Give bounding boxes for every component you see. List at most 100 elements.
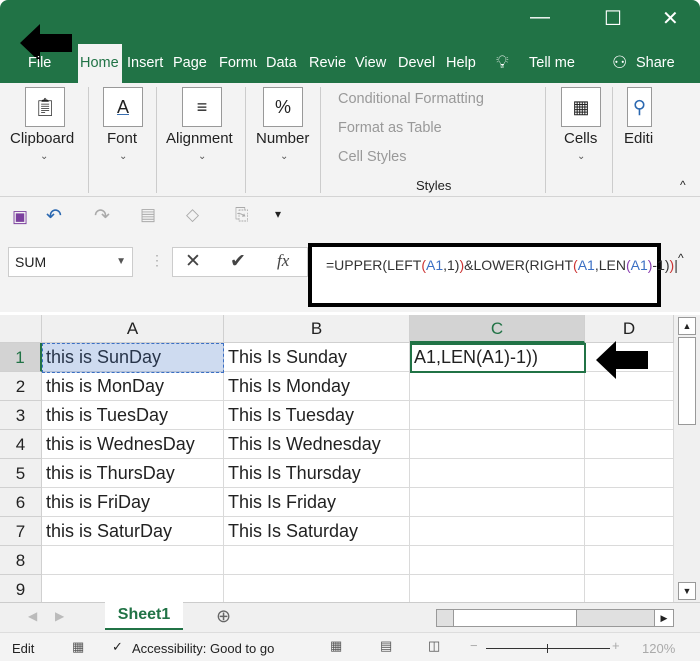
formula-input[interactable]: =UPPER(LEFT(A1,1))&LOWER(RIGHT(A1,LEN(A1… <box>308 243 678 307</box>
cell-d[interactable] <box>585 430 674 459</box>
cell-b[interactable]: This Is Tuesday <box>224 401 410 430</box>
vertical-scrollbar[interactable]: ▲ ▼ <box>674 315 700 602</box>
row-header[interactable]: 8 <box>0 546 42 575</box>
cell-d[interactable] <box>585 575 674 604</box>
row-header[interactable]: 2 <box>0 372 42 401</box>
normal-view-icon[interactable]: ▦ <box>330 638 342 654</box>
tab-page-layout[interactable]: Page L <box>171 44 211 83</box>
select-all-button[interactable] <box>0 315 42 343</box>
cell-c[interactable] <box>410 372 585 401</box>
prev-sheet-icon[interactable]: ◀ <box>28 609 37 623</box>
font-icon[interactable]: A <box>103 87 143 127</box>
percent-icon[interactable]: % <box>263 87 303 127</box>
minimize-button[interactable]: — <box>530 6 550 29</box>
cancel-icon[interactable]: ✕ <box>185 250 201 273</box>
page-break-icon[interactable]: ◫ <box>428 638 440 654</box>
cell-a[interactable] <box>42 575 224 604</box>
horizontal-scrollbar[interactable] <box>436 609 674 627</box>
expand-formula-icon[interactable]: ^ <box>678 251 684 265</box>
add-sheet-icon[interactable]: ⊕ <box>216 606 231 627</box>
macro-icon[interactable]: ▦ <box>72 639 84 655</box>
cell-d[interactable] <box>585 517 674 546</box>
cell-a[interactable]: this is SaturDay <box>42 517 224 546</box>
cell-c[interactable] <box>410 488 585 517</box>
chevron-down-icon[interactable]: ⌄ <box>119 151 127 162</box>
zoom-out-icon[interactable]: − <box>470 638 478 653</box>
tab-data[interactable]: Data <box>264 44 299 83</box>
drag-handle[interactable]: ⋮ <box>150 252 164 269</box>
cell-b[interactable]: This Is Thursday <box>224 459 410 488</box>
number-group[interactable]: Number <box>256 130 309 147</box>
accessibility-icon[interactable]: ✓ <box>112 639 123 655</box>
tab-home[interactable]: Home <box>78 44 122 83</box>
collapse-ribbon-icon[interactable]: ^ <box>680 178 686 192</box>
cell-b[interactable]: This Is Saturday <box>224 517 410 546</box>
column-header-d[interactable]: D <box>585 315 674 343</box>
find-icon[interactable]: ⚲ <box>627 87 652 127</box>
cell-a[interactable]: this is TuesDay <box>42 401 224 430</box>
editing-group[interactable]: Editi <box>624 130 653 147</box>
zoom-in-icon[interactable]: + <box>612 638 620 653</box>
chevron-down-icon[interactable]: ⌄ <box>198 151 206 162</box>
cell-c[interactable] <box>410 546 585 575</box>
tab-file[interactable]: File <box>26 44 53 83</box>
attach-icon[interactable]: ⎘ <box>235 205 249 225</box>
row-header[interactable]: 5 <box>0 459 42 488</box>
cells-group[interactable]: Cells <box>564 130 597 147</box>
chevron-down-icon[interactable]: ⌄ <box>40 151 48 162</box>
tab-developer[interactable]: Devel <box>396 44 438 83</box>
cell-b[interactable]: This Is Monday <box>224 372 410 401</box>
sheet-tab-sheet1[interactable]: Sheet1 <box>105 602 183 630</box>
name-box[interactable]: SUM ▼ <box>8 247 133 277</box>
conditional-formatting-button[interactable]: Conditional Formatting <box>338 91 484 107</box>
row-header[interactable]: 1 <box>0 343 42 372</box>
cell-b[interactable]: This Is Wednesday <box>224 430 410 459</box>
format-as-table-button[interactable]: Format as Table <box>338 120 442 136</box>
cell-c[interactable] <box>410 401 585 430</box>
page-layout-icon[interactable]: ▤ <box>380 638 392 654</box>
chevron-down-icon[interactable]: ⌄ <box>280 151 288 162</box>
clipboard-group[interactable]: Clipboard <box>10 130 74 147</box>
clipboard-icon[interactable]: 📋︎ <box>25 87 65 127</box>
cell-d[interactable] <box>585 401 674 430</box>
cell-b[interactable]: This Is Sunday <box>224 343 410 372</box>
cell-a[interactable]: this is FriDay <box>42 488 224 517</box>
cell-c[interactable] <box>410 517 585 546</box>
cell-a[interactable]: this is WednesDay <box>42 430 224 459</box>
share-button[interactable]: Share <box>634 44 677 83</box>
cell-a[interactable]: this is ThursDay <box>42 459 224 488</box>
close-button[interactable]: ✕ <box>662 6 679 31</box>
tab-insert[interactable]: Insert <box>125 44 167 83</box>
enter-icon[interactable]: ✔ <box>230 250 246 273</box>
row-header[interactable]: 3 <box>0 401 42 430</box>
cell-d[interactable] <box>585 488 674 517</box>
cell-a[interactable]: this is MonDay <box>42 372 224 401</box>
tab-formulas[interactable]: Formu <box>217 44 257 83</box>
tab-view[interactable]: View <box>353 44 388 83</box>
zoom-level[interactable]: 120% <box>642 641 675 656</box>
font-group[interactable]: Font <box>107 130 137 147</box>
cell-c[interactable] <box>410 575 585 604</box>
maximize-button[interactable]: ☐ <box>604 6 622 31</box>
insert-function-icon[interactable]: fx <box>277 251 289 271</box>
customize-toolbar-icon[interactable]: ▾ <box>275 207 281 221</box>
column-header-a[interactable]: A <box>42 315 224 343</box>
redo-icon[interactable]: ↷ <box>94 205 110 228</box>
scroll-right-icon[interactable]: ▶ <box>654 609 674 627</box>
next-sheet-icon[interactable]: ▶ <box>55 609 64 623</box>
accessibility-status[interactable]: Accessibility: Good to go <box>132 641 274 656</box>
row-header[interactable]: 9 <box>0 575 42 604</box>
cell-b[interactable] <box>224 575 410 604</box>
tell-me-search[interactable]: Tell me <box>527 44 577 83</box>
cell-c[interactable] <box>410 430 585 459</box>
chevron-down-icon[interactable]: ⌄ <box>577 151 585 162</box>
column-header-c[interactable]: C <box>410 315 585 343</box>
alignment-group[interactable]: Alignment <box>166 130 233 147</box>
tab-help[interactable]: Help <box>444 44 478 83</box>
cell-a[interactable] <box>42 546 224 575</box>
row-header[interactable]: 4 <box>0 430 42 459</box>
shapes-icon[interactable]: ◇ <box>186 205 199 225</box>
cell-b[interactable]: This Is Friday <box>224 488 410 517</box>
cell-d[interactable] <box>585 459 674 488</box>
cell-d[interactable] <box>585 546 674 575</box>
